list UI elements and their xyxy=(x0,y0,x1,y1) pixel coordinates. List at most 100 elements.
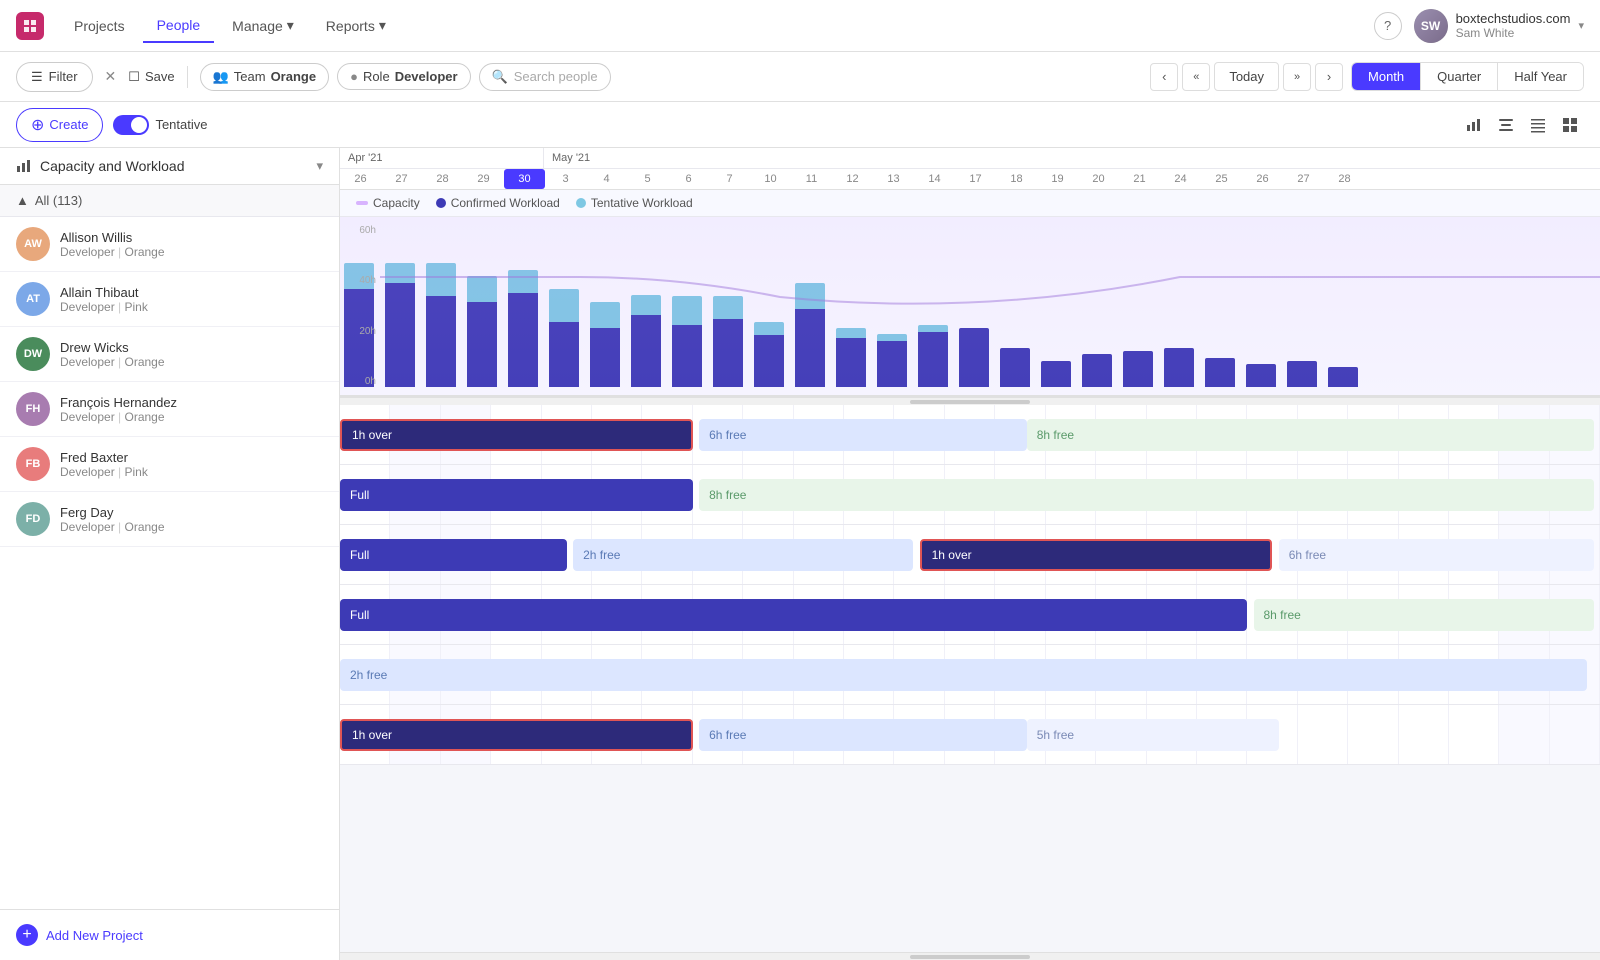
gantt-bar[interactable]: Full xyxy=(340,479,693,511)
gantt-bar[interactable]: 2h free xyxy=(340,659,1587,691)
prev-button[interactable]: ‹ xyxy=(1150,63,1178,91)
star-icon[interactable]: ☆ xyxy=(279,344,299,364)
gantt-bar[interactable]: 8h free xyxy=(699,479,1594,511)
gantt-bar[interactable]: 2h free xyxy=(573,539,913,571)
nav-manage[interactable]: Manage ▾ xyxy=(218,9,308,42)
next-next-button[interactable]: » xyxy=(1283,63,1311,91)
gantt-bar[interactable]: 6h free xyxy=(699,419,1027,451)
toggle-knob xyxy=(131,117,147,133)
day-label: 5 xyxy=(627,169,668,189)
nav-projects[interactable]: Projects xyxy=(60,10,139,42)
person-row[interactable]: FD Ferg Day Developer | Orange ⋮ ☆ ▾ xyxy=(0,492,339,547)
main-layout: Capacity and Workload ▾ ▲ All (113) AW A… xyxy=(0,148,1600,960)
toggle-control[interactable] xyxy=(113,115,149,135)
person-row[interactable]: AT Allain Thibaut Developer | Pink ⋮ ☆ ▾ xyxy=(0,272,339,327)
bar-chart: 60h 40h 20h 0h xyxy=(340,217,1600,397)
person-row[interactable]: DW Drew Wicks Developer | Orange ⋮ ☆ ▾ xyxy=(0,327,339,382)
y-label-40: 40h xyxy=(344,275,376,286)
gantt-bar[interactable]: 1h over xyxy=(340,719,693,751)
gantt-bar[interactable]: Full xyxy=(340,539,567,571)
confirmed-legend-label: Confirmed Workload xyxy=(451,196,560,210)
expand-icon[interactable]: ▾ xyxy=(303,399,323,419)
more-icon[interactable]: ⋮ xyxy=(255,399,275,419)
quarter-button[interactable]: Quarter xyxy=(1421,63,1498,90)
star-icon[interactable]: ☆ xyxy=(279,509,299,529)
sub-toolbar: ⊕ Create Tentative xyxy=(0,102,1600,148)
gantt-bar[interactable]: 6h free xyxy=(1279,539,1594,571)
capacity-fill-area xyxy=(340,217,1600,395)
scroll-handle[interactable] xyxy=(910,400,1030,404)
search-box[interactable]: 🔍 Search people xyxy=(479,63,611,91)
avatar: DW xyxy=(16,337,50,371)
person-info: Fred Baxter Developer | Pink xyxy=(60,450,255,479)
half-year-button[interactable]: Half Year xyxy=(1498,63,1583,90)
person-meta: Developer | Orange xyxy=(60,245,255,259)
day-label: 26 xyxy=(340,169,381,189)
person-row[interactable]: FB Fred Baxter Developer | Pink ⋮ ☆ ▾ xyxy=(0,437,339,492)
app-logo[interactable] xyxy=(16,12,44,40)
day-label: 24 xyxy=(1160,169,1201,189)
day-label: 13 xyxy=(873,169,914,189)
expand-icon[interactable]: ▾ xyxy=(303,234,323,254)
expand-icon[interactable]: ▾ xyxy=(303,289,323,309)
expand-icon[interactable]: ▾ xyxy=(303,344,323,364)
help-button[interactable]: ? xyxy=(1374,12,1402,40)
more-icon[interactable]: ⋮ xyxy=(255,344,275,364)
tentative-legend-label: Tentative Workload xyxy=(591,196,693,210)
gantt-bar[interactable]: 5h free xyxy=(1027,719,1279,751)
person-info: Allison Willis Developer | Orange xyxy=(60,230,255,259)
star-icon[interactable]: ☆ xyxy=(279,399,299,419)
person-row[interactable]: AW Allison Willis Developer | Orange ⋮ ☆… xyxy=(0,217,339,272)
gantt-bar[interactable]: 8h free xyxy=(1254,599,1594,631)
filter-button[interactable]: ☰ Filter xyxy=(16,62,93,92)
more-icon[interactable]: ⋮ xyxy=(255,289,275,309)
person-row[interactable]: FH François Hernandez Developer | Orange… xyxy=(0,382,339,437)
more-icon[interactable]: ⋮ xyxy=(255,454,275,474)
expand-icon[interactable]: ▾ xyxy=(303,454,323,474)
scroll-indicator-top[interactable] xyxy=(340,397,1600,405)
chevron-down-icon: ▾ xyxy=(1578,19,1584,32)
avatar: FB xyxy=(16,447,50,481)
scroll-indicator-bottom[interactable] xyxy=(340,952,1600,960)
gantt-bar[interactable]: Full xyxy=(340,599,1247,631)
grid-view-icon[interactable] xyxy=(1556,111,1584,139)
gantt-bar[interactable]: 1h over xyxy=(340,419,693,451)
expand-icon[interactable]: ▾ xyxy=(303,509,323,529)
time-navigation: ‹ « Today » › xyxy=(1150,62,1343,91)
gantt-bar[interactable]: 8h free xyxy=(1027,419,1594,451)
role-filter[interactable]: ● Role Developer xyxy=(337,63,470,90)
star-icon[interactable]: ☆ xyxy=(279,289,299,309)
create-button[interactable]: ⊕ Create xyxy=(16,108,103,142)
list-view-icon[interactable] xyxy=(1524,111,1552,139)
gantt-bar-area: 2h free xyxy=(340,645,1600,704)
gantt-view-icon[interactable] xyxy=(1492,111,1520,139)
day-label: 29 xyxy=(463,169,504,189)
gantt-row: 2h free xyxy=(340,645,1600,705)
tentative-toggle[interactable]: Tentative xyxy=(113,115,207,135)
add-project-button[interactable]: + Add New Project xyxy=(0,909,339,960)
team-filter[interactable]: 👥 Team Orange xyxy=(200,63,330,91)
nav-reports[interactable]: Reports ▾ xyxy=(312,9,400,42)
scroll-handle-bottom[interactable] xyxy=(910,955,1030,959)
gantt-bar[interactable]: 6h free xyxy=(699,719,1027,751)
nav-people[interactable]: People xyxy=(143,9,215,43)
next-button[interactable]: › xyxy=(1315,63,1343,91)
month-button[interactable]: Month xyxy=(1352,63,1421,90)
more-icon[interactable]: ⋮ xyxy=(255,509,275,529)
collapse-icon: ▲ xyxy=(16,193,29,208)
gantt-bar[interactable]: 1h over xyxy=(920,539,1273,571)
today-button[interactable]: Today xyxy=(1214,62,1279,91)
star-icon[interactable]: ☆ xyxy=(279,234,299,254)
prev-prev-button[interactable]: « xyxy=(1182,63,1210,91)
close-filter-icon[interactable]: ✕ xyxy=(101,66,121,87)
date-header: Apr '21 May '21 262728293034567101112131… xyxy=(340,148,1600,190)
save-button[interactable]: ☐ Save xyxy=(128,69,174,85)
more-icon[interactable]: ⋮ xyxy=(255,234,275,254)
y-label-60: 60h xyxy=(344,225,376,236)
group-header[interactable]: ▲ All (113) xyxy=(0,185,339,217)
people-list: ▲ All (113) AW Allison Willis Developer … xyxy=(0,185,339,909)
star-icon[interactable]: ☆ xyxy=(279,454,299,474)
chart-selector[interactable]: Capacity and Workload ▾ xyxy=(0,148,339,185)
bar-chart-view-icon[interactable] xyxy=(1460,111,1488,139)
user-menu[interactable]: SW boxtechstudios.com Sam White ▾ xyxy=(1414,9,1584,43)
